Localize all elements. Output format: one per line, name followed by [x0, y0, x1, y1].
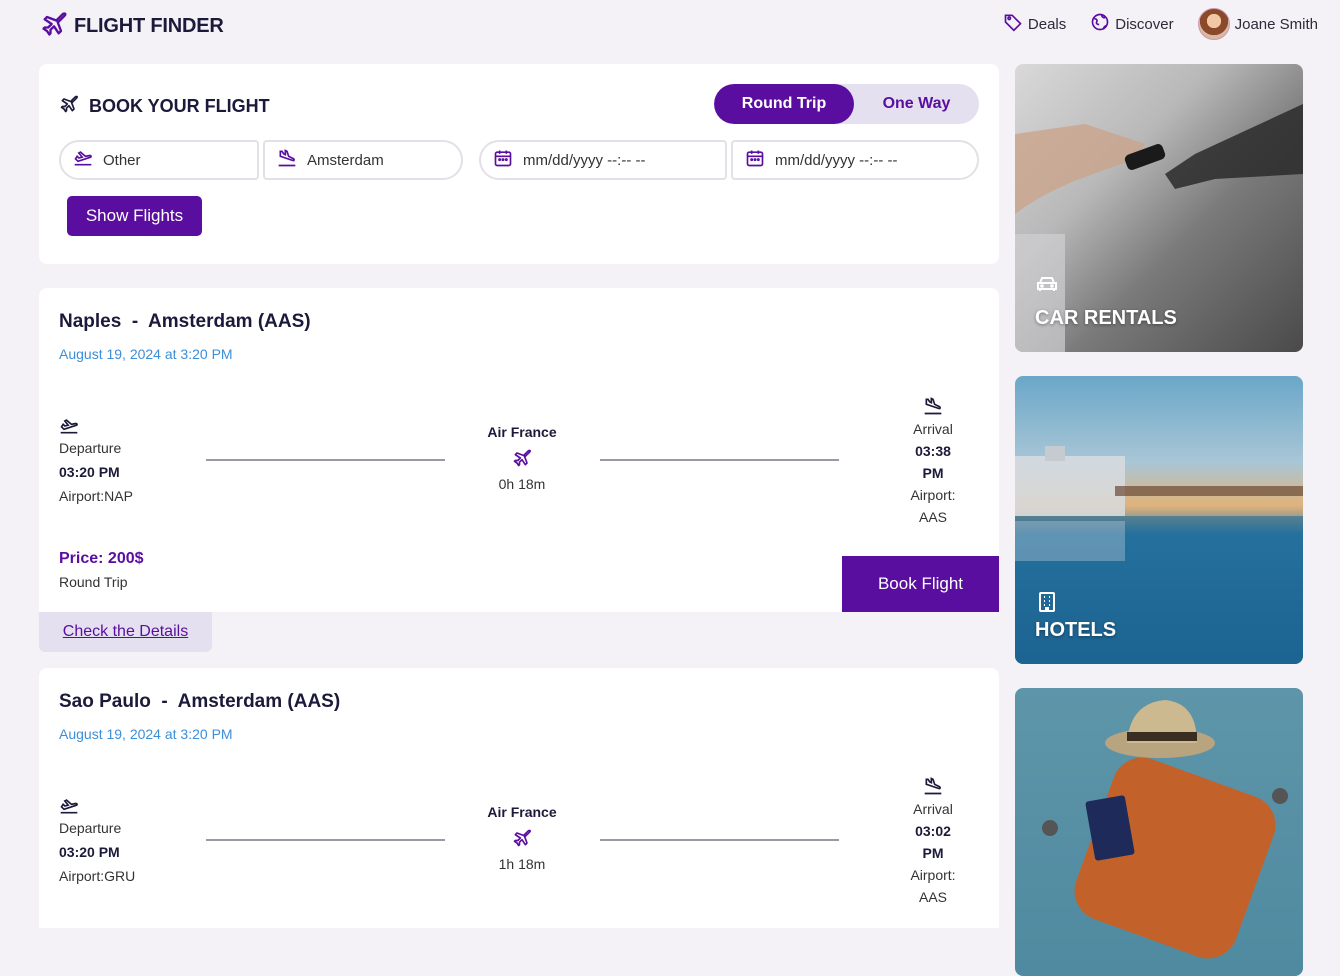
route-line-left	[206, 459, 445, 461]
calendar-icon	[745, 148, 765, 172]
arrival-label: Arrival	[913, 421, 953, 437]
luggage-tile[interactable]	[1015, 688, 1303, 976]
top-header: FLIGHT FINDER Deals Discover Joane Smith	[0, 0, 1340, 48]
flight-middle: Air France 0h 18m	[462, 424, 582, 492]
check-details-link[interactable]: Check the Details	[39, 612, 212, 652]
flight-card: Naples - Amsterdam (AAS) August 19, 2024…	[39, 288, 999, 612]
plane-icon	[462, 448, 582, 472]
booking-card: BOOK YOUR FLIGHT Round Trip One Way Othe…	[39, 64, 999, 264]
arrival-time-hour: 03:02	[915, 823, 951, 839]
booking-title-text: BOOK YOUR FLIGHT	[89, 96, 270, 116]
logo-text: FLIGHT FINDER	[74, 15, 224, 37]
car-rentals-tile[interactable]: CAR RENTALS	[1015, 64, 1303, 352]
avatar	[1197, 8, 1230, 40]
calendar-icon	[493, 148, 513, 172]
flight-route: Sao Paulo - Amsterdam (AAS)	[59, 691, 341, 712]
top-nav: Deals Discover Joane Smith	[1003, 8, 1318, 40]
departure-airport: Airport:GRU	[59, 868, 136, 884]
hotels-tile[interactable]: HOTELS	[1015, 376, 1303, 664]
building-icon	[1035, 590, 1059, 614]
arrival-airport-label: Airport:	[910, 867, 956, 883]
arrival-label: Arrival	[913, 801, 953, 817]
flight-route: Naples - Amsterdam (AAS)	[59, 311, 311, 332]
user-menu[interactable]: Joane Smith	[1197, 8, 1318, 40]
departure-time: 03:20 PM	[59, 464, 120, 480]
globe-icon	[1090, 12, 1110, 36]
landing-icon	[901, 396, 965, 418]
trip-kind: Round Trip	[59, 574, 128, 590]
car-icon	[1035, 272, 1059, 296]
arrival-airport-label: Airport:	[910, 487, 956, 503]
arrival-info: Arrival 03:02 PM Airport: AAS	[901, 776, 965, 908]
luggage-photo	[1042, 700, 1288, 959]
logo[interactable]: FLIGHT FINDER	[40, 10, 224, 43]
from-value: Other	[103, 151, 141, 169]
car-rentals-label: CAR RENTALS	[1035, 307, 1177, 329]
takeoff-icon	[73, 148, 93, 172]
airline-name: Air France	[487, 424, 557, 440]
round-trip-option[interactable]: Round Trip	[714, 84, 854, 124]
plane-icon	[462, 828, 582, 852]
return-date-value: mm/dd/yyyy --:-- --	[775, 151, 898, 169]
route-line-left	[206, 839, 445, 841]
return-date-field[interactable]: mm/dd/yyyy --:-- --	[731, 140, 979, 180]
flight-duration: 0h 18m	[498, 476, 546, 492]
flight-middle: Air France 1h 18m	[462, 804, 582, 872]
tag-icon	[1003, 12, 1023, 36]
flight-date: August 19, 2024 at 3:20 PM	[59, 346, 233, 362]
flight-card: Sao Paulo - Amsterdam (AAS) August 19, 2…	[39, 668, 999, 928]
nav-deals[interactable]: Deals	[1003, 12, 1066, 36]
arrival-airport-code: AAS	[918, 509, 947, 525]
to-value: Amsterdam	[307, 151, 384, 169]
show-flights-button[interactable]: Show Flights	[67, 196, 202, 236]
route-line-right	[600, 839, 839, 841]
arrival-time-ampm: PM	[922, 845, 944, 861]
route-line-right	[600, 459, 839, 461]
landing-icon	[901, 776, 965, 798]
departure-label: Departure	[59, 820, 122, 836]
departure-info: Departure 03:20 PM Airport:GRU	[59, 796, 135, 888]
one-way-option[interactable]: One Way	[854, 84, 979, 124]
flight-duration: 1h 18m	[498, 856, 546, 872]
flight-price: Price: 200$	[59, 550, 144, 567]
departure-airport: Airport:NAP	[59, 488, 133, 504]
nav-discover[interactable]: Discover	[1090, 12, 1174, 36]
depart-date-value: mm/dd/yyyy --:-- --	[523, 151, 646, 169]
nav-discover-label: Discover	[1115, 15, 1174, 33]
depart-date-field[interactable]: mm/dd/yyyy --:-- --	[479, 140, 727, 180]
flight-date: August 19, 2024 at 3:20 PM	[59, 726, 233, 742]
arrival-info: Arrival 03:38 PM Airport: AAS	[901, 396, 965, 528]
from-field[interactable]: Other	[59, 140, 259, 180]
book-flight-button[interactable]: Book Flight	[842, 556, 999, 612]
arrival-airport-code: AAS	[918, 889, 947, 905]
plane-logo-icon	[40, 10, 68, 43]
hotels-label: HOTELS	[1035, 619, 1117, 641]
arrival-time-hour: 03:38	[915, 443, 951, 459]
to-field[interactable]: Amsterdam	[263, 140, 463, 180]
trip-type-toggle: Round Trip One Way	[714, 84, 979, 124]
airline-name: Air France	[487, 804, 557, 820]
departure-time: 03:20 PM	[59, 844, 120, 860]
takeoff-icon	[59, 416, 133, 436]
arrival-time-ampm: PM	[922, 465, 944, 481]
departure-label: Departure	[59, 440, 122, 456]
departure-info: Departure 03:20 PM Airport:NAP	[59, 416, 133, 508]
nav-deals-label: Deals	[1027, 15, 1067, 33]
user-name: Joane Smith	[1234, 15, 1318, 33]
plane-icon	[59, 94, 79, 119]
takeoff-icon	[59, 796, 135, 816]
booking-title: BOOK YOUR FLIGHT	[59, 94, 270, 119]
landing-icon	[277, 148, 297, 172]
